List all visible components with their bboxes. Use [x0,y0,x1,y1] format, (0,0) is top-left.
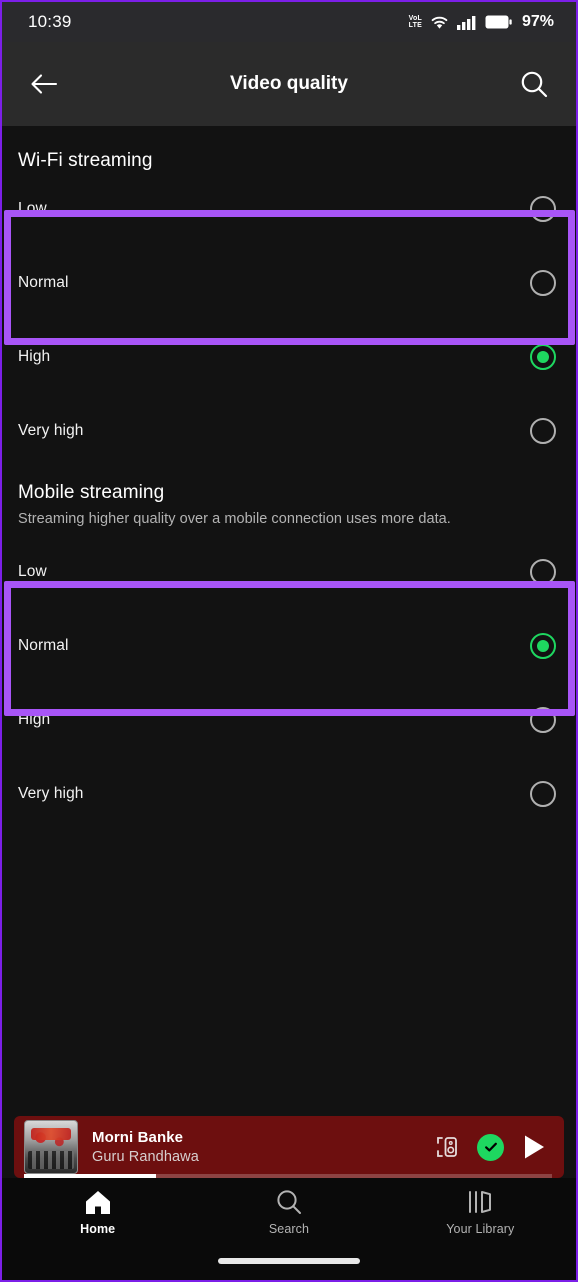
search-icon [277,1190,301,1214]
section-subtitle-mobile: Streaming higher quality over a mobile c… [18,511,451,527]
connect-to-device-button[interactable] [433,1134,459,1160]
now-playing-actions [433,1133,554,1161]
option-label: Normal [18,637,69,654]
search-icon [521,71,548,98]
option-label: High [18,348,51,365]
track-title: Morni Banke [92,1129,184,1146]
option-label: Very high [18,785,84,802]
option-row-wifi-low[interactable]: Low [2,172,576,246]
option-label: Low [18,563,47,580]
radio-button-unselected[interactable] [530,270,556,296]
status-bar: 10:39 VoL LTE 97% [2,2,576,42]
radio-button-unselected[interactable] [530,707,556,733]
nav-item-your-library[interactable]: Your Library [386,1188,575,1236]
save-to-library-button[interactable] [477,1133,504,1161]
status-bar-icons: VoL LTE 97% [409,13,554,31]
radio-button-unselected[interactable] [530,559,556,585]
option-row-mobile-normal[interactable]: Normal [2,609,576,683]
cellular-signal-icon [456,15,476,30]
radio-button-selected[interactable] [530,344,556,370]
now-playing-text: Morni Banke Guru Randhawa [92,1129,433,1165]
option-label: Normal [18,274,69,291]
page-title: Video quality [230,73,348,94]
status-bar-clock: 10:39 [28,12,72,31]
option-row-wifi-normal[interactable]: Normal [2,246,576,320]
back-button[interactable] [24,64,64,104]
phone-screen: 10:39 VoL LTE 97% Video quality Wi-Fi st… [0,0,578,1282]
play-icon [525,1135,544,1159]
album-art [24,1120,78,1174]
option-row-wifi-very-high[interactable]: Very high [2,394,576,468]
wifi-icon [431,16,448,29]
search-button[interactable] [514,64,554,104]
section-header-wifi: Wi-Fi streaming [2,126,576,172]
radio-button-selected[interactable] [530,633,556,659]
option-label: Very high [18,422,84,439]
back-arrow-icon [31,74,58,94]
nav-item-search[interactable]: Search [194,1188,383,1236]
battery-icon [485,15,512,29]
option-row-mobile-high[interactable]: High [2,683,576,757]
option-label: Low [18,200,47,217]
volte-line2: LTE [408,22,422,29]
checkmark-circle-icon [484,1142,497,1152]
option-row-wifi-high[interactable]: High [2,320,576,394]
radio-button-unselected[interactable] [530,781,556,807]
home-indicator [218,1258,360,1264]
nav-label: Search [268,1222,310,1236]
library-icon [469,1191,492,1213]
section-title-wifi: Wi-Fi streaming [18,150,153,171]
battery-percentage: 97% [521,13,554,30]
settings-content: Wi-Fi streaming Low Normal High Very hig… [2,126,576,1120]
option-row-mobile-very-high[interactable]: Very high [2,757,576,831]
radio-button-unselected[interactable] [530,418,556,444]
volte-icon: VoL LTE [409,15,422,29]
artist-name: Guru Randhawa [92,1149,199,1165]
app-header: Video quality [2,42,576,126]
nav-label: Home [80,1222,116,1236]
bottom-navigation: Home Search Your Library [2,1178,576,1280]
nav-label: Your Library [446,1222,515,1236]
section-title-mobile: Mobile streaming [18,482,165,503]
volte-line1: VoL [408,15,422,22]
option-row-mobile-low[interactable]: Low [2,535,576,609]
option-label: High [18,711,51,728]
play-button[interactable] [522,1134,546,1160]
now-playing-bar[interactable]: Morni Banke Guru Randhawa [14,1116,564,1178]
radio-button-unselected[interactable] [530,196,556,222]
section-header-mobile: Mobile streaming Streaming higher qualit… [2,468,576,527]
home-icon [85,1191,110,1214]
nav-item-home[interactable]: Home [3,1188,192,1236]
connect-to-device-icon [437,1137,457,1157]
